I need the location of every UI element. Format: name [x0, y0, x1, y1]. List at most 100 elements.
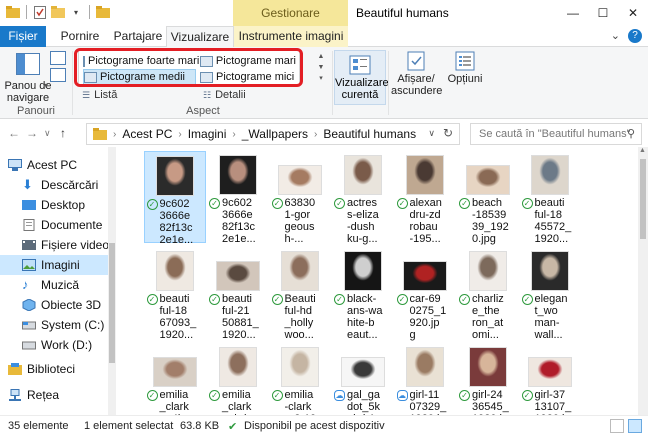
- chevron-right-icon[interactable]: ›: [178, 129, 181, 140]
- details-view-icon[interactable]: [610, 419, 624, 433]
- minimize-button[interactable]: —: [558, 0, 588, 26]
- tab-home[interactable]: Pornire: [52, 26, 108, 47]
- navigation-pane-button[interactable]: Panou de navigare: [4, 53, 52, 104]
- nav-scrollbar[interactable]: [108, 147, 116, 415]
- file-item[interactable]: ✓ black-ans-wa hite-b eaut...: [332, 247, 394, 341]
- search-icon[interactable]: ⚲: [627, 124, 635, 144]
- group-label-panes: Panouri: [17, 105, 55, 117]
- preview-pane-button[interactable]: [50, 51, 70, 82]
- chevron-down-icon[interactable]: ∨: [44, 128, 51, 139]
- nav-item-music[interactable]: ♪ Muzică: [0, 275, 108, 295]
- chevron-down-icon[interactable]: ▾: [69, 5, 83, 19]
- properties-icon[interactable]: [33, 5, 47, 19]
- maximize-button[interactable]: ☐: [588, 0, 618, 26]
- help-icon[interactable]: ?: [628, 29, 642, 43]
- synced-check-icon: ✓: [334, 294, 345, 305]
- chevron-right-icon[interactable]: ›: [232, 129, 235, 140]
- scrollbar-thumb[interactable]: [640, 159, 646, 239]
- up-arrow-icon[interactable]: ↑: [60, 126, 66, 140]
- nav-item-documents[interactable]: Documente: [0, 215, 108, 235]
- chevron-down-icon[interactable]: ▼: [316, 62, 326, 73]
- chevron-right-icon[interactable]: ›: [314, 129, 317, 140]
- nav-item-3d-objects[interactable]: Obiecte 3D: [0, 295, 108, 315]
- file-thumbnail: [153, 357, 197, 387]
- tab-picture-tools[interactable]: Instrumente imagini: [234, 26, 348, 47]
- file-thumbnail: [531, 155, 569, 195]
- synced-check-icon: ✓: [271, 294, 283, 305]
- nav-item-pictures[interactable]: Imagini: [0, 255, 108, 275]
- options-button[interactable]: Opțiuni: [443, 51, 487, 85]
- synced-check-icon: ✓: [271, 198, 283, 209]
- file-item[interactable]: ✓ Beauti ful-hd _holly woo...: [269, 247, 331, 341]
- file-item[interactable]: ✓ 9c602 3666e 82f13c 2e1e...: [207, 151, 269, 245]
- chevron-down-icon[interactable]: ▾: [44, 81, 48, 90]
- file-item[interactable]: ✓ beauti ful-18 67093_ 1920...: [144, 247, 206, 341]
- synced-check-icon: ✓: [271, 390, 283, 401]
- synced-check-icon: ✓: [209, 198, 220, 209]
- file-item[interactable]: ✓ beauti ful-21 50881_ 1920...: [207, 247, 269, 341]
- file-thumbnail: [215, 261, 260, 291]
- gallery-scroll[interactable]: ▲ ▼ ▾: [316, 51, 326, 84]
- nav-item-work-drive[interactable]: Work (D:): [0, 335, 108, 355]
- file-item[interactable]: ☁gal_gadot_5k_hd-1600x...: [332, 343, 394, 415]
- address-bar[interactable]: › Acest PC › Imagini › _Wallpapers › Bea…: [86, 123, 460, 145]
- large-icons-view-icon[interactable]: [628, 419, 642, 433]
- nav-item-downloads[interactable]: ⬇ Descărcări: [0, 175, 108, 195]
- gallery-more-icon[interactable]: ▾: [316, 73, 326, 84]
- chevron-up-icon[interactable]: ▲: [316, 51, 326, 62]
- file-item[interactable]: ✓ actres s-eliza -dush ku-g...: [332, 151, 394, 245]
- file-item[interactable]: ☁girl-1107329_1920.jpg: [394, 343, 456, 415]
- file-item[interactable]: ✓ charliz e_the ron_at omi...: [457, 247, 519, 341]
- search-input[interactable]: Se caută în "Beautiful humans" ⚲: [470, 123, 642, 145]
- back-arrow-icon[interactable]: ←: [8, 126, 20, 140]
- close-button[interactable]: ✕: [618, 0, 648, 26]
- content-scrollbar[interactable]: ▲: [638, 147, 648, 415]
- file-name: emilia-clarke-2-1920x1...: [284, 389, 317, 415]
- refresh-icon[interactable]: ↻: [443, 126, 453, 140]
- chevron-up-icon[interactable]: ▲: [639, 147, 646, 154]
- file-thumbnail: [531, 251, 569, 291]
- nav-item-desktop[interactable]: Desktop: [0, 195, 108, 215]
- file-item[interactable]: ✓ 9c602 3666e 82f13c 2e1e...: [144, 151, 206, 246]
- chevron-down-icon[interactable]: ⌄: [611, 29, 620, 43]
- scrollbar-thumb[interactable]: [109, 243, 115, 363]
- file-item[interactable]: ✓girl-2436545_1920.jpg: [457, 343, 519, 415]
- breadcrumb-item[interactable]: Imagini: [188, 127, 227, 141]
- show-hide-button[interactable]: Afișare/ ascundere: [391, 51, 442, 97]
- breadcrumb-item[interactable]: Beautiful humans: [323, 127, 416, 141]
- file-label-row: ✓girl-3713107_1920.jpg: [519, 389, 581, 415]
- file-item[interactable]: ✓ 63830 1-gor geous h-...: [269, 151, 331, 245]
- synced-check-icon: ✓: [396, 294, 408, 305]
- file-item[interactable]: ✓emilia_clarke_hd-160...: [207, 343, 269, 415]
- nav-item-libraries[interactable]: Biblioteci: [0, 359, 108, 379]
- nav-item-network[interactable]: Rețea: [0, 385, 108, 405]
- breadcrumb-item[interactable]: Acest PC: [122, 127, 172, 141]
- current-view-button[interactable]: Vizualizare curentă: [334, 50, 389, 105]
- new-folder-icon[interactable]: [51, 5, 65, 19]
- file-item[interactable]: ✓ elegan t_wo man-wall...: [519, 247, 581, 341]
- nav-item-videos[interactable]: Fișiere video: [0, 235, 109, 255]
- layout-list[interactable]: ☰ Listă: [82, 89, 117, 101]
- chevron-down-icon[interactable]: ∨: [428, 128, 435, 139]
- nav-item-this-pc[interactable]: Acest PC: [0, 155, 108, 175]
- file-item[interactable]: ✓ car-69 0275_1 920.jp g: [394, 247, 456, 341]
- file-thumbnail: [340, 357, 385, 387]
- tab-share[interactable]: Partajare: [108, 26, 168, 47]
- layout-details[interactable]: ☷ Detalii: [203, 89, 246, 101]
- breadcrumb-item[interactable]: _Wallpapers: [242, 127, 308, 141]
- video-icon: [22, 240, 36, 250]
- file-item[interactable]: ✓emilia-clarke-2-1920x1...: [269, 343, 331, 415]
- tab-view[interactable]: Vizualizare: [166, 26, 234, 48]
- forward-arrow-icon[interactable]: →: [26, 126, 38, 140]
- folder-icon[interactable]: [6, 5, 20, 19]
- file-item[interactable]: ✓ beach -18539 39_192 0.jpg: [457, 151, 519, 245]
- file-name: girl-1107329_1920.jpg: [409, 389, 447, 415]
- file-item[interactable]: ✓ beauti ful-18 45572_ 1920...: [519, 151, 581, 245]
- file-item[interactable]: ✓girl-3713107_1920.jpg: [519, 343, 581, 415]
- file-item[interactable]: ✓emilia_clarke_4k_photo...: [144, 343, 206, 415]
- nav-item-system-drive[interactable]: System (C:): [0, 315, 108, 335]
- availability-status: Disponibil pe acest dispozitiv: [244, 420, 385, 432]
- tab-file[interactable]: Fișier: [0, 26, 46, 47]
- synced-check-icon: ✓: [396, 198, 408, 209]
- file-item[interactable]: ✓ alexan dru-zd robau -195...: [394, 151, 456, 245]
